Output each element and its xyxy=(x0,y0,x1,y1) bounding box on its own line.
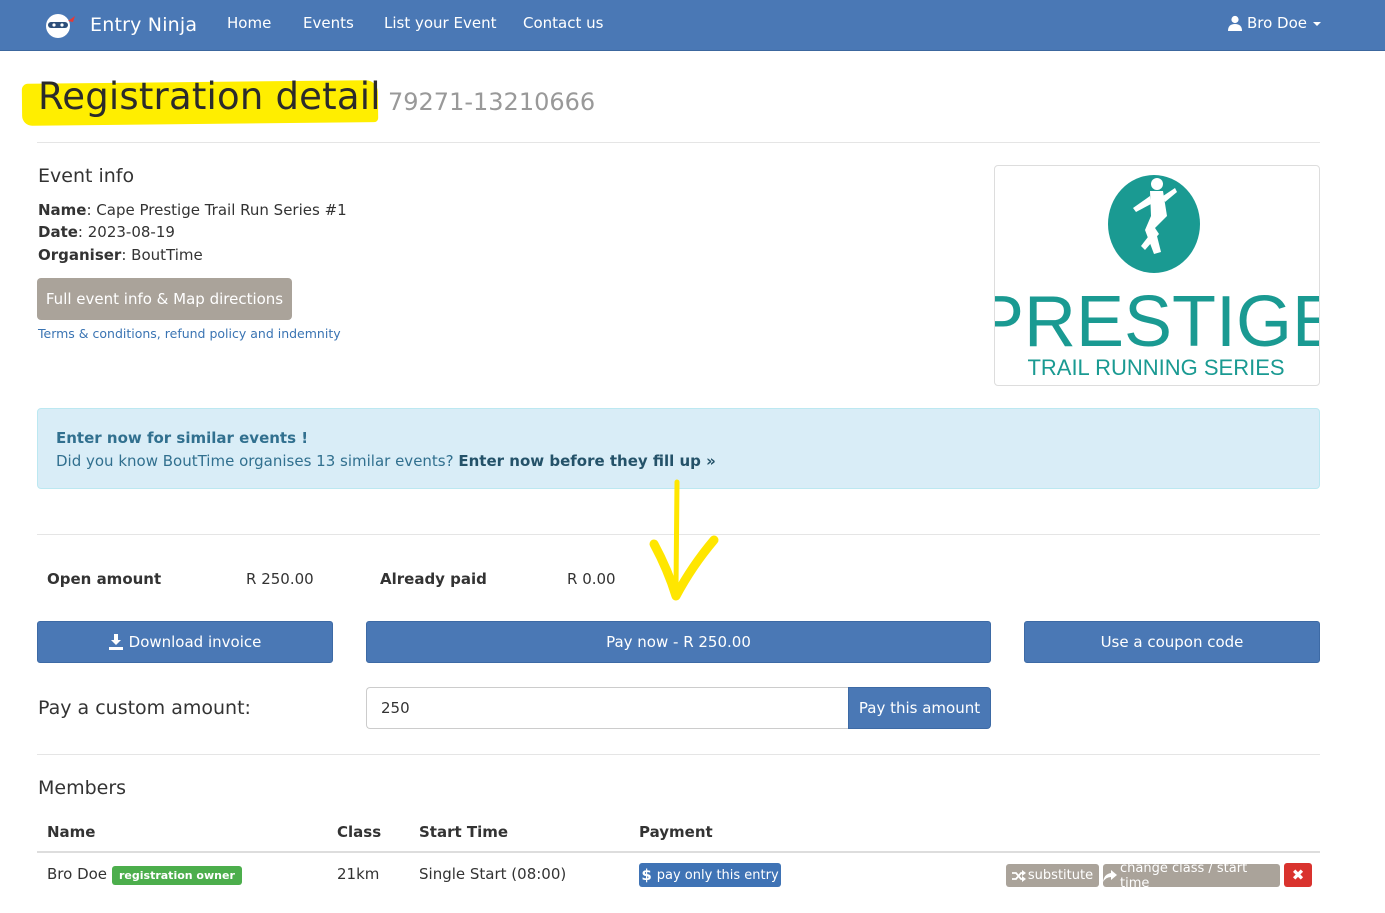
column-header-payment: Payment xyxy=(639,823,713,841)
event-organiser: Organiser: BoutTime xyxy=(38,246,203,264)
event-date: Date: 2023-08-19 xyxy=(38,223,175,241)
nav-events[interactable]: Events xyxy=(303,14,354,32)
logo-word: PRESTIGE xyxy=(995,282,1320,362)
terms-link[interactable]: Terms & conditions, refund policy and in… xyxy=(38,326,341,341)
dollar-icon: $ xyxy=(641,866,652,884)
pay-this-amount-button[interactable]: Pay this amount xyxy=(848,687,991,729)
navbar: Entry Ninja Home Events List your Event … xyxy=(0,0,1385,51)
pay-entry-label: pay only this entry xyxy=(656,867,779,883)
column-header-name: Name xyxy=(47,823,96,841)
pay-entry-button[interactable]: $ pay only this entry xyxy=(639,863,781,887)
close-icon: ✖ xyxy=(1291,866,1305,884)
delete-entry-button[interactable]: ✖ xyxy=(1284,863,1312,887)
event-organiser-label: Organiser xyxy=(38,246,122,264)
download-invoice-button[interactable]: Download invoice xyxy=(37,621,333,663)
coupon-code-button[interactable]: Use a coupon code xyxy=(1024,621,1320,663)
already-paid-value: R 0.00 xyxy=(567,570,616,588)
event-date-label: Date xyxy=(38,223,78,241)
nav-contact[interactable]: Contact us xyxy=(523,14,603,32)
download-invoice-label: Download invoice xyxy=(128,633,262,651)
column-header-start-time: Start Time xyxy=(419,823,509,841)
brand-link[interactable]: Entry Ninja xyxy=(42,9,197,41)
custom-amount-label: Pay a custom amount: xyxy=(38,697,251,719)
custom-amount-input[interactable]: 250 xyxy=(366,687,849,729)
event-name-label: Name xyxy=(38,201,87,219)
column-header-class: Class xyxy=(337,823,382,841)
owner-badge: registration owner xyxy=(112,866,242,885)
page-title: Registration detail xyxy=(38,75,381,118)
user-name: Bro Doe xyxy=(1246,14,1307,32)
enter-now-link[interactable]: Enter now before they fill up » xyxy=(458,452,715,470)
change-class-label: change class / start time xyxy=(1120,860,1248,891)
logo-tagline: TRAIL RUNNING SERIES xyxy=(1027,355,1284,380)
event-name-value: : Cape Prestige Trail Run Series #1 xyxy=(86,201,347,219)
event-logo: PRESTIGE TRAIL RUNNING SERIES xyxy=(994,165,1320,386)
full-event-info-button[interactable]: Full event info & Map directions xyxy=(37,278,292,320)
nav-list-event[interactable]: List your Event xyxy=(384,14,496,32)
share-arrow-icon xyxy=(1103,869,1117,882)
member-name: Bro Doe xyxy=(47,865,108,883)
prestige-logo-icon: PRESTIGE TRAIL RUNNING SERIES xyxy=(995,175,1320,380)
download-icon xyxy=(108,634,123,650)
member-start-time: Single Start (08:00) xyxy=(419,865,567,883)
user-icon xyxy=(1227,15,1242,31)
pay-now-button[interactable]: Pay now - R 250.00 xyxy=(366,621,991,663)
substitute-button[interactable]: substitute xyxy=(1006,864,1099,887)
brand-name: Entry Ninja xyxy=(90,14,198,36)
alert-message: Did you know BoutTime organises 13 simil… xyxy=(56,452,454,470)
event-date-value: : 2023-08-19 xyxy=(77,223,175,241)
ninja-logo-icon xyxy=(42,11,76,39)
open-amount-value: R 250.00 xyxy=(246,570,314,588)
user-menu[interactable]: Bro Doe xyxy=(1227,14,1321,32)
open-amount-label: Open amount xyxy=(47,570,162,588)
change-class-button[interactable]: change class / start time xyxy=(1103,861,1280,891)
caret-down-icon xyxy=(1313,22,1321,26)
arrow-annotation-icon xyxy=(649,479,719,601)
event-name: Name: Cape Prestige Trail Run Series #1 xyxy=(38,201,347,219)
nav-home[interactable]: Home xyxy=(227,14,271,32)
member-class: 21km xyxy=(337,865,380,883)
divider xyxy=(37,142,1320,143)
event-info-heading: Event info xyxy=(38,165,135,187)
already-paid-label: Already paid xyxy=(380,570,487,588)
event-organiser-value: : BoutTime xyxy=(121,246,203,264)
alert-text: Did you know BoutTime organises 13 simil… xyxy=(56,452,716,470)
registration-reference: 79271-13210666 xyxy=(388,88,596,116)
shuffle-icon xyxy=(1011,869,1026,882)
divider xyxy=(37,754,1320,755)
table-header-divider xyxy=(37,851,1320,853)
members-heading: Members xyxy=(38,777,127,799)
alert-title: Enter now for similar events ! xyxy=(56,429,309,447)
similar-events-alert: Enter now for similar events ! Did you k… xyxy=(37,408,1320,489)
substitute-label: substitute xyxy=(1027,868,1094,883)
